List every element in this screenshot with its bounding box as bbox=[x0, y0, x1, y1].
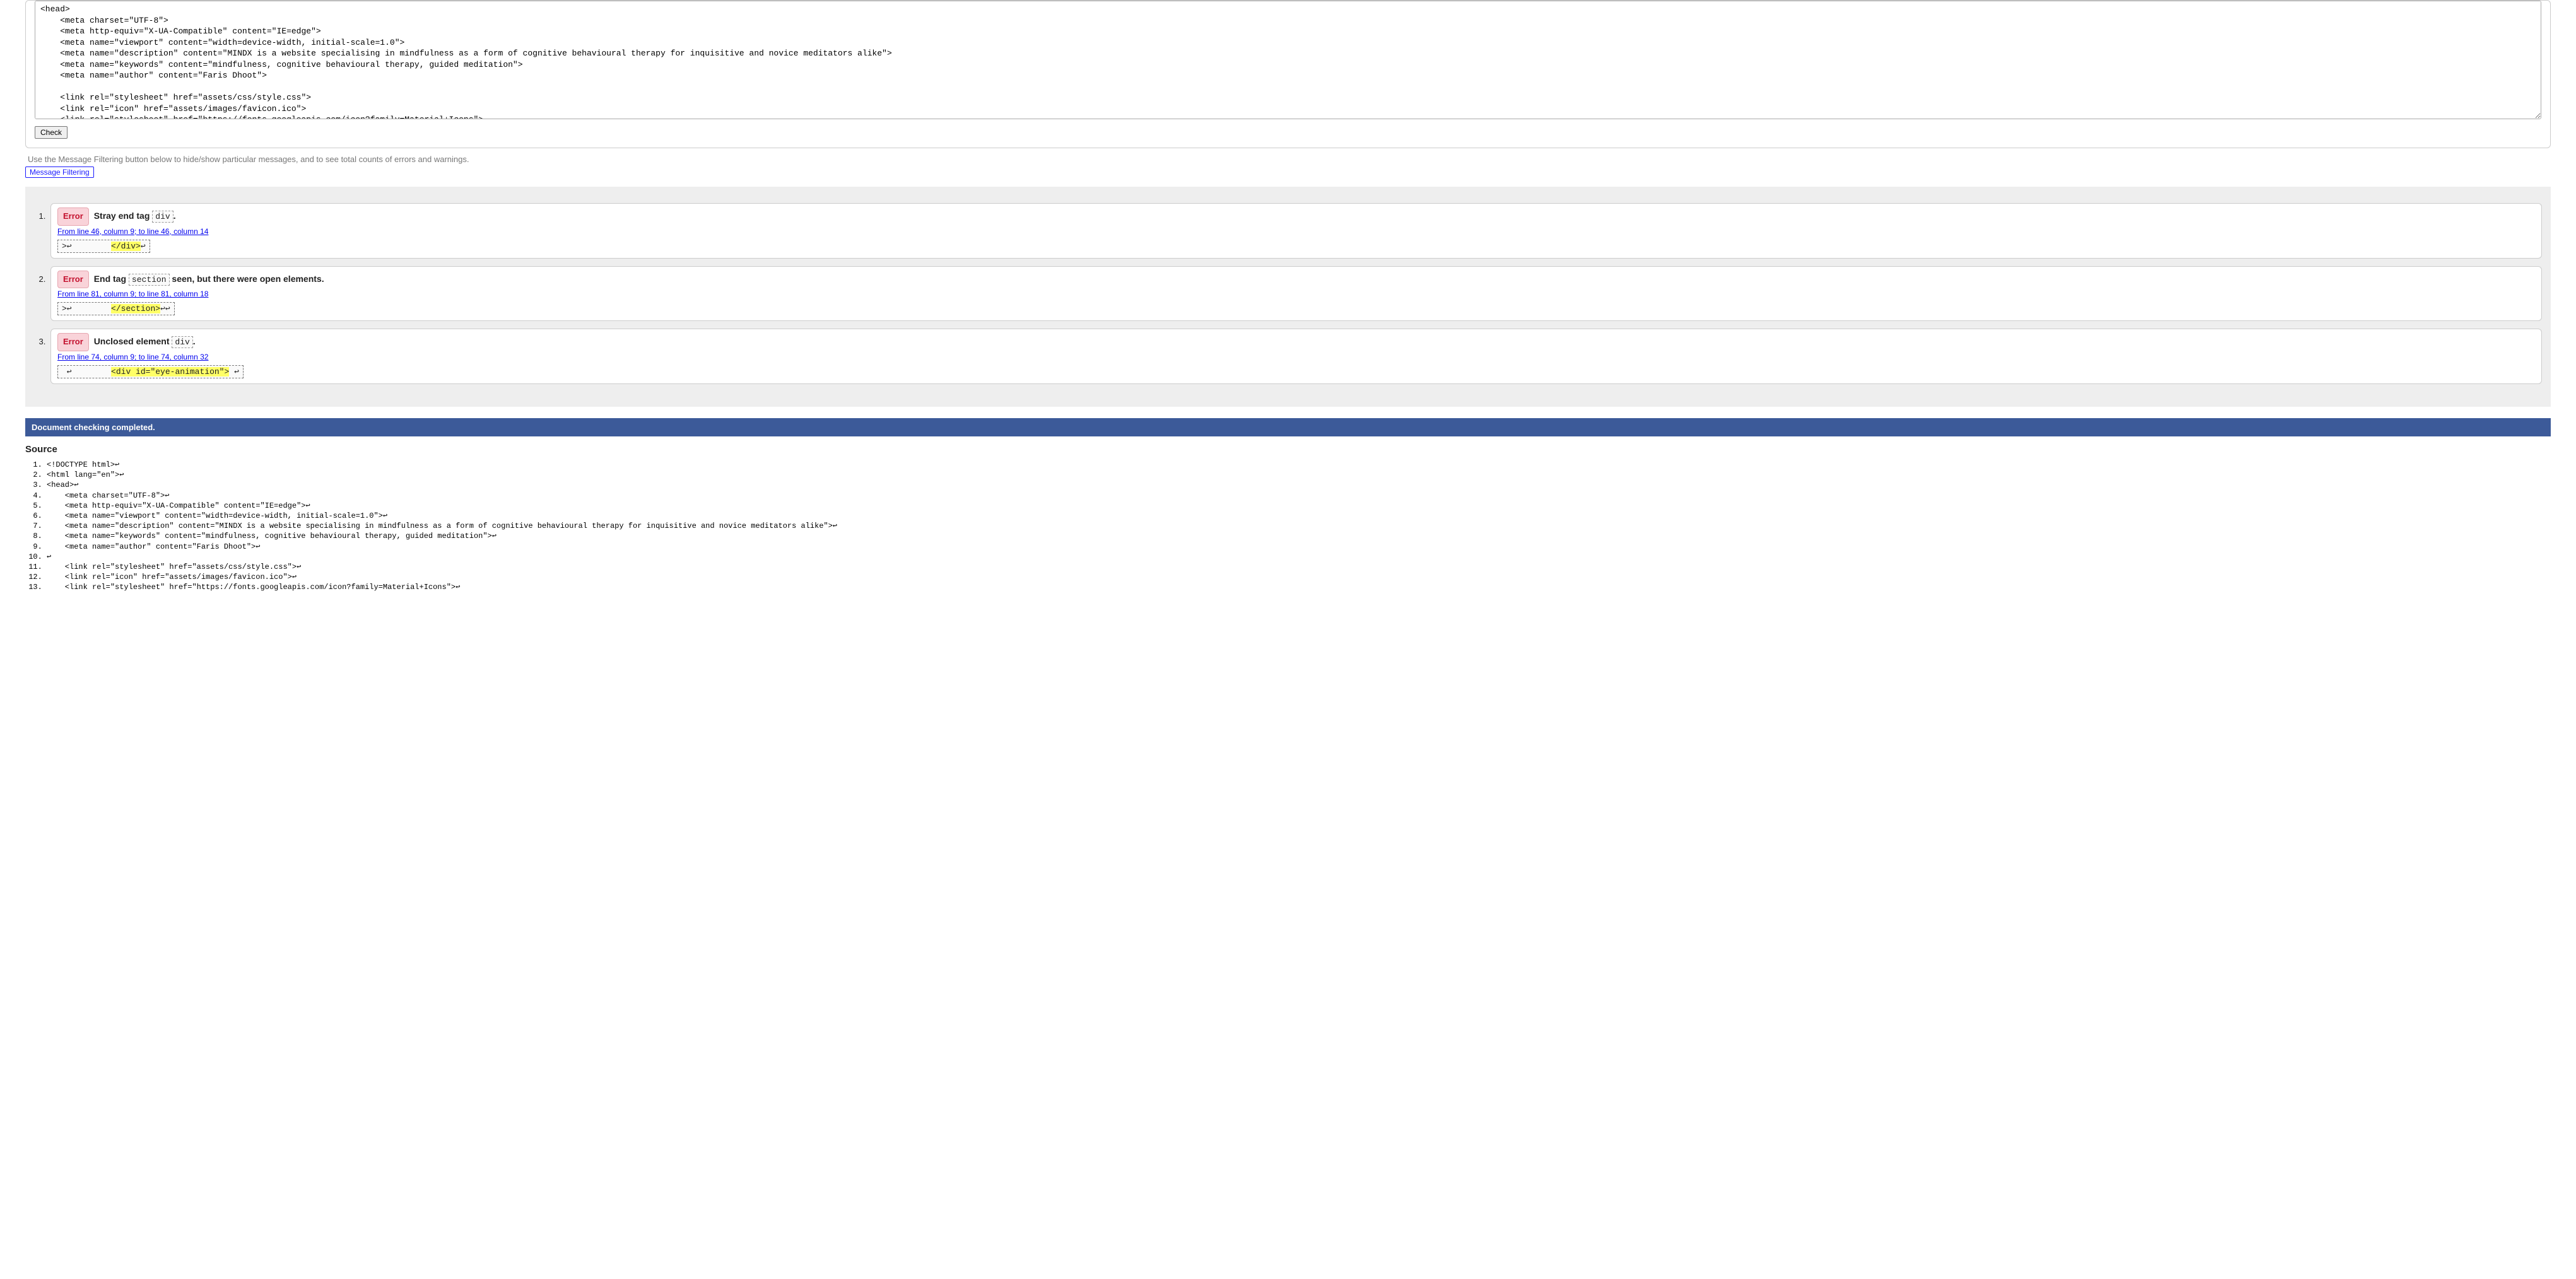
extract-pre: >↩ bbox=[62, 242, 111, 251]
source-line: ↩ bbox=[47, 552, 2551, 562]
message-heading: Error Unclosed element div. bbox=[57, 333, 2535, 351]
textarea-wrap bbox=[26, 1, 2550, 126]
message-item: Error Stray end tag div. From line 46, c… bbox=[48, 203, 2542, 259]
error-badge: Error bbox=[57, 271, 89, 289]
message-text: End tag bbox=[94, 274, 129, 284]
code-extract: >↩ </section>↩↩ bbox=[57, 302, 175, 315]
location-link[interactable]: From line 74, column 9; to line 74, colu… bbox=[57, 353, 2535, 361]
extract-highlight: </div> bbox=[111, 242, 141, 251]
message-tail: . bbox=[173, 211, 176, 221]
extract-highlight: <div id="eye-animation"> bbox=[111, 367, 229, 377]
message-heading: Error End tag section seen, but there we… bbox=[57, 271, 2535, 289]
completed-bar: Document checking completed. bbox=[25, 418, 2551, 436]
source-textarea[interactable] bbox=[35, 1, 2541, 119]
message-item: Error Unclosed element div. From line 74… bbox=[48, 329, 2542, 384]
extract-post: ↩ bbox=[229, 367, 239, 377]
source-heading: Source bbox=[25, 444, 2551, 455]
message-filtering-wrap: Message Filtering bbox=[25, 166, 2576, 178]
source-line: <link rel="icon" href="assets/images/fav… bbox=[47, 572, 2551, 582]
code-extract: >↩ </div>↩ bbox=[57, 240, 150, 253]
message-card: Error Unclosed element div. From line 74… bbox=[50, 329, 2542, 384]
message-code: div bbox=[152, 211, 173, 223]
extract-post: ↩ bbox=[141, 242, 146, 251]
message-heading: Error Stray end tag div. bbox=[57, 207, 2535, 226]
location-link[interactable]: From line 81, column 9; to line 81, colu… bbox=[57, 289, 2535, 298]
source-line: <!DOCTYPE html>↩ bbox=[47, 460, 2551, 470]
message-tail: . bbox=[193, 336, 196, 346]
source-line: <meta http-equiv="X-UA-Compatible" conte… bbox=[47, 501, 2551, 511]
input-panel: Check bbox=[25, 0, 2551, 148]
source-line: <meta name="author" content="Faris Dhoot… bbox=[47, 542, 2551, 552]
message-filtering-hint: Use the Message Filtering button below t… bbox=[28, 155, 2576, 164]
location-link[interactable]: From line 46, column 9; to line 46, colu… bbox=[57, 227, 2535, 236]
code-extract: ↩ <div id="eye-animation"> ↩ bbox=[57, 365, 244, 378]
message-text: Unclosed element bbox=[94, 336, 172, 346]
source-line: <meta name="viewport" content="width=dev… bbox=[47, 511, 2551, 521]
message-filtering-button[interactable]: Message Filtering bbox=[25, 166, 94, 178]
message-code: section bbox=[129, 274, 170, 286]
source-line: <link rel="stylesheet" href="assets/css/… bbox=[47, 562, 2551, 572]
extract-pre: >↩ bbox=[62, 304, 111, 313]
message-card: Error End tag section seen, but there we… bbox=[50, 266, 2542, 322]
extract-post: ↩↩ bbox=[160, 304, 170, 313]
messages-list: Error Stray end tag div. From line 46, c… bbox=[48, 203, 2542, 384]
source-listing: <!DOCTYPE html>↩ <html lang="en">↩ <head… bbox=[47, 460, 2551, 592]
message-card: Error Stray end tag div. From line 46, c… bbox=[50, 203, 2542, 259]
extract-highlight: </section> bbox=[111, 304, 160, 313]
messages-block: Error Stray end tag div. From line 46, c… bbox=[25, 187, 2551, 407]
message-text: Stray end tag bbox=[94, 211, 153, 221]
error-badge: Error bbox=[57, 333, 89, 351]
extract-pre: ↩ bbox=[62, 367, 111, 377]
error-badge: Error bbox=[57, 207, 89, 226]
message-tail: seen, but there were open elements. bbox=[170, 274, 324, 284]
source-line: <html lang="en">↩ bbox=[47, 470, 2551, 480]
source-line: <meta charset="UTF-8">↩ bbox=[47, 491, 2551, 501]
source-line: <meta name="description" content="MINDX … bbox=[47, 521, 2551, 531]
message-item: Error End tag section seen, but there we… bbox=[48, 266, 2542, 322]
message-code: div bbox=[172, 336, 192, 348]
source-line: <link rel="stylesheet" href="https://fon… bbox=[47, 582, 2551, 592]
check-button-wrap: Check bbox=[26, 126, 2550, 139]
check-button[interactable]: Check bbox=[35, 126, 68, 139]
source-line: <head>↩ bbox=[47, 480, 2551, 490]
source-line: <meta name="keywords" content="mindfulne… bbox=[47, 531, 2551, 541]
